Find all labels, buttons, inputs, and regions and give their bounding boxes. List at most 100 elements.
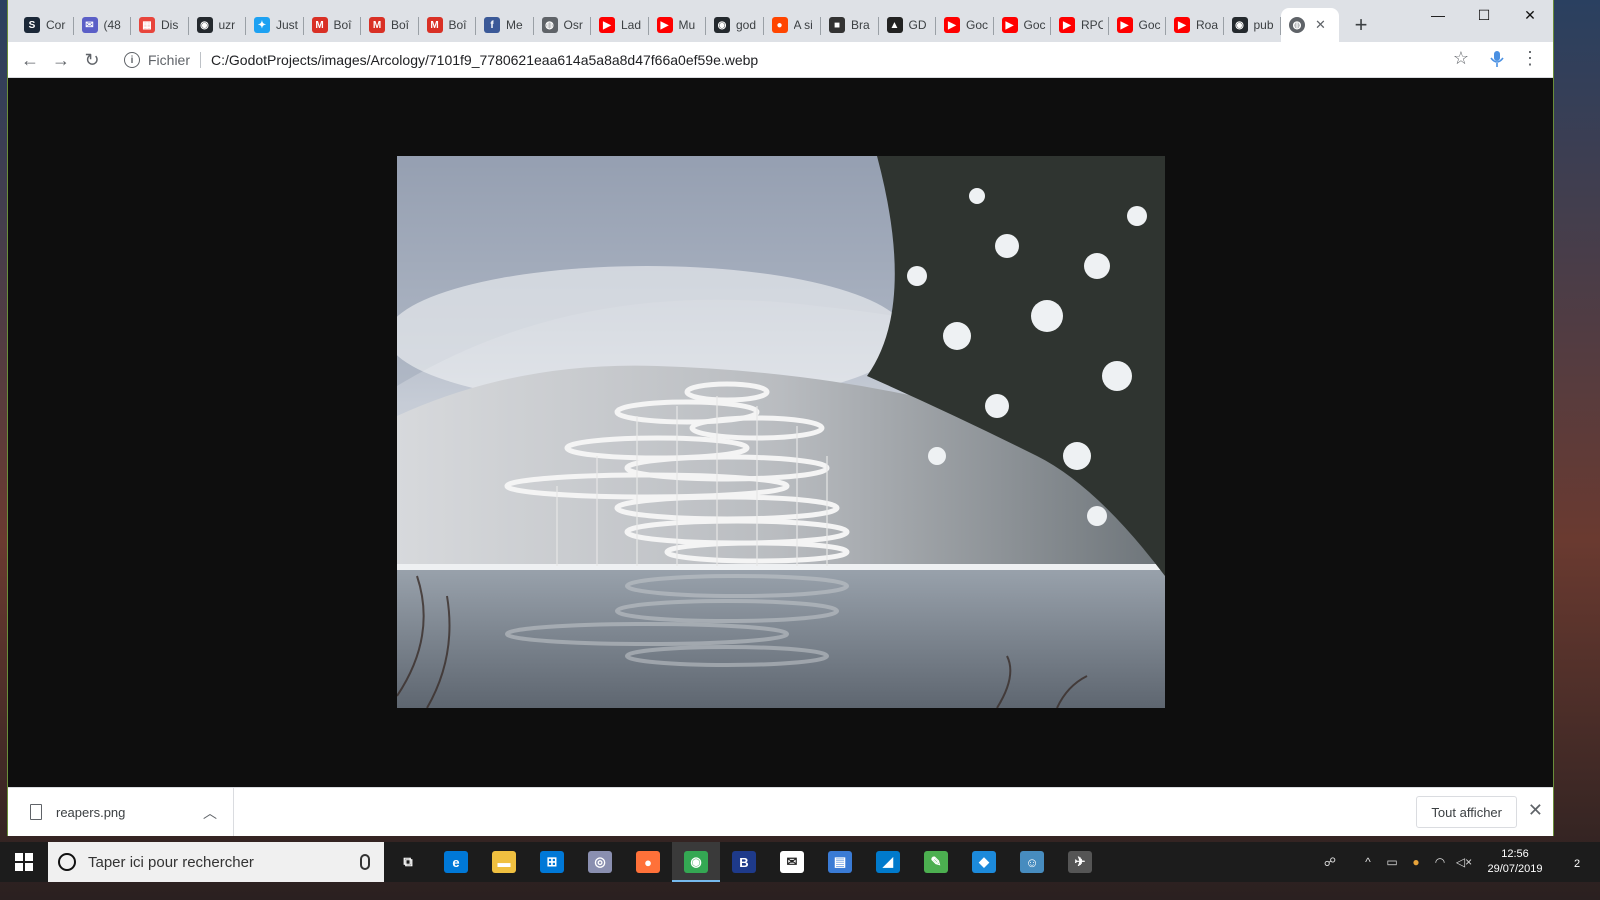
tab-title: Goc <box>1138 18 1161 32</box>
browser-tab[interactable]: ▶ Mu <box>649 8 707 42</box>
tab-strip: S Cor ✉ (48 ▦ Dis ◉ uzr ✦ Just M Boî M Boî M Boî f Me ◍ Osr… <box>8 0 1553 42</box>
taskbar-app[interactable]: e <box>432 842 480 882</box>
scheme-label: Fichier <box>148 52 191 68</box>
download-item[interactable]: reapers.png ︿ <box>8 788 234 836</box>
globe-icon: ◍ <box>1289 17 1305 33</box>
tab-title: RPC <box>1081 18 1103 32</box>
notepad-icon: ✎ <box>924 851 948 873</box>
browser-tab[interactable]: S Cor <box>16 8 74 42</box>
browser-tab[interactable]: ◍ Osr <box>534 8 592 42</box>
tab-title: Dis <box>161 18 179 32</box>
browser-tab[interactable]: f Me <box>476 8 534 42</box>
volume-muted-icon[interactable]: ◁× <box>1452 855 1476 869</box>
download-bar: reapers.png ︿ Tout afficher ✕ <box>8 787 1553 836</box>
maximize-button[interactable]: ☐ <box>1461 0 1507 30</box>
browser-tab[interactable]: ▶ Goc <box>994 8 1052 42</box>
tab-title: pub <box>1253 18 1274 32</box>
taskbar-app[interactable]: ⧉ <box>384 842 432 882</box>
tab-title: Goc <box>966 18 988 32</box>
bookmark-star-icon[interactable]: ☆ <box>1453 48 1469 69</box>
github-icon: ◉ <box>1231 17 1248 33</box>
browser-tab[interactable]: ◉ pub <box>1224 8 1282 42</box>
people-icon[interactable]: ☍ <box>1318 855 1342 869</box>
browser-tab[interactable]: M Boî <box>304 8 362 42</box>
address-bar[interactable]: i Fichier C:/GodotProjects/images/Arcolo… <box>116 46 1486 74</box>
back-button[interactable]: ← <box>18 48 42 72</box>
browser-tab[interactable]: ◉ god <box>706 8 764 42</box>
browser-tab[interactable]: ▶ Lad <box>591 8 649 42</box>
close-window-button[interactable]: ✕ <box>1507 0 1553 30</box>
security-icon[interactable]: ● <box>1404 855 1428 869</box>
cortana-icon <box>58 853 76 871</box>
microphone-icon[interactable] <box>360 854 370 870</box>
separator <box>200 52 202 68</box>
chevron-up-icon[interactable]: ^ <box>1356 855 1380 869</box>
new-tab-button[interactable]: + <box>1347 11 1375 39</box>
tab-title: (48 <box>103 18 121 32</box>
task-view-icon: ⧉ <box>403 854 413 869</box>
show-all-button[interactable]: Tout afficher <box>1416 796 1517 828</box>
taskbar: Taper ici pour rechercher ⧉ e ▬ ⊞ ◎ ● ◉ B ✉ ▤ ◢ ✎ ◆ ☺… <box>0 842 1600 882</box>
taskbar-app[interactable]: ☺ <box>1008 842 1056 882</box>
taskbar-app[interactable]: ✈ <box>1056 842 1104 882</box>
microphone-extension-icon[interactable] <box>1487 49 1507 69</box>
youtube-icon: ▶ <box>1174 17 1190 33</box>
info-icon[interactable]: i <box>124 52 140 68</box>
tab-title: Cor <box>46 18 66 32</box>
taskbar-apps: ⧉ e ▬ ⊞ ◎ ● ◉ B ✉ ▤ ◢ ✎ ◆ ☺ ✈ <box>384 842 1104 882</box>
steam-icon: S <box>24 17 40 33</box>
start-button[interactable] <box>0 842 48 882</box>
browser-tab[interactable]: ▶ Roa <box>1166 8 1224 42</box>
clock[interactable]: 12:56 29/07/2019 <box>1476 847 1554 877</box>
edge-icon: e <box>444 851 468 873</box>
browser-tab[interactable]: M Boî <box>361 8 419 42</box>
taskbar-app[interactable]: ◆ <box>960 842 1008 882</box>
taskbar-search[interactable]: Taper ici pour rechercher <box>48 842 384 882</box>
taskbar-app[interactable]: ▬ <box>480 842 528 882</box>
reload-button[interactable]: ↻ <box>80 48 104 72</box>
tab-title: Me <box>506 18 523 32</box>
tab-title: GD <box>908 18 927 32</box>
minimize-button[interactable]: — <box>1415 0 1461 30</box>
godot-icon: ☺ <box>1020 851 1044 873</box>
vscode-icon: ◢ <box>876 851 900 873</box>
taskbar-app[interactable]: ◉ <box>672 842 720 882</box>
graduation-cap-icon: ▲ <box>886 17 903 33</box>
taskbar-app[interactable]: ◎ <box>576 842 624 882</box>
notifications-button[interactable]: 2 <box>1554 854 1600 871</box>
active-tab[interactable]: ◍ ✕ <box>1281 8 1339 42</box>
search-placeholder: Taper ici pour rechercher <box>88 853 254 871</box>
browser-tab[interactable]: ✦ Just <box>246 8 304 42</box>
github-icon: ◉ <box>196 17 213 33</box>
browser-tab[interactable]: ● A si <box>764 8 822 42</box>
close-icon[interactable]: ✕ <box>1528 800 1543 821</box>
browser-tab[interactable]: ✉ (48 <box>74 8 132 42</box>
browser-tab[interactable]: ■ Bra <box>821 8 879 42</box>
wifi-icon[interactable]: ◠ <box>1428 855 1452 869</box>
taskbar-app[interactable]: ⊞ <box>528 842 576 882</box>
taskbar-app[interactable]: ✎ <box>912 842 960 882</box>
browser-tab[interactable]: ▶ RPC <box>1051 8 1109 42</box>
arrow-right-icon: → <box>52 49 70 70</box>
gmail-icon: M <box>426 17 443 33</box>
taskbar-app[interactable]: ● <box>624 842 672 882</box>
firefox-icon: ● <box>636 851 660 873</box>
close-tab-icon[interactable]: ✕ <box>1315 17 1326 33</box>
browser-tab[interactable]: ▦ Dis <box>131 8 189 42</box>
taskbar-app[interactable]: B <box>720 842 768 882</box>
forward-button[interactable]: → <box>49 48 73 72</box>
url-text[interactable]: C:/GodotProjects/images/Arcology/7101f9_… <box>211 52 758 68</box>
chevron-up-icon[interactable]: ︿ <box>203 803 217 823</box>
browser-tab[interactable]: ◉ uzr <box>189 8 247 42</box>
youtube-icon: ▶ <box>599 17 615 33</box>
game-icon: ✈ <box>1068 851 1092 873</box>
taskbar-app[interactable]: ▤ <box>816 842 864 882</box>
battery-icon[interactable]: ▭ <box>1380 855 1404 869</box>
browser-tab[interactable]: ▶ Goc <box>936 8 994 42</box>
browser-tab[interactable]: ▶ Goc <box>1109 8 1167 42</box>
browser-tab[interactable]: ▲ GD <box>879 8 937 42</box>
taskbar-app[interactable]: ✉ <box>768 842 816 882</box>
browser-tab[interactable]: M Boî <box>419 8 477 42</box>
kebab-menu-icon[interactable]: ⋮ <box>1521 48 1539 69</box>
taskbar-app[interactable]: ◢ <box>864 842 912 882</box>
